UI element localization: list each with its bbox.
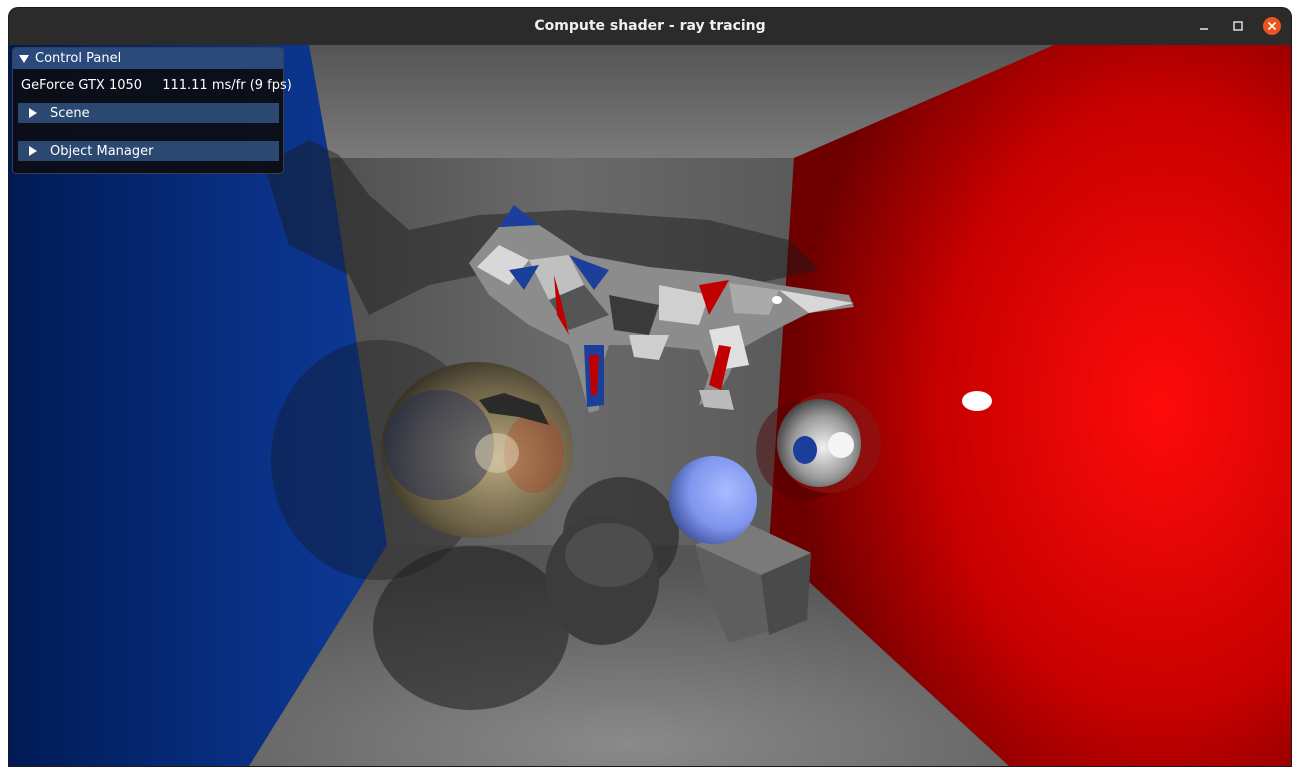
floor-shadow-large [373,546,569,710]
maximize-button[interactable] [1228,16,1248,36]
scene-section-label: Scene [50,105,90,121]
expand-arrow-icon [29,146,37,156]
control-panel-title: Control Panel [35,51,122,66]
gpu-name: GeForce GTX 1050 [21,78,143,93]
control-panel[interactable]: Control Panel GeForce GTX 1050 111.11 ms… [12,47,292,174]
control-panel-header[interactable]: Control Panel [13,48,283,69]
light-source [962,391,992,411]
close-button[interactable] [1262,16,1282,36]
object-manager-section-label: Object Manager [50,143,154,159]
frame-timing: 111.11 ms/fr (9 fps) [162,78,292,93]
minimize-button[interactable] [1194,16,1214,36]
minimize-icon [1200,28,1208,30]
maximize-icon [1233,21,1243,31]
close-icon [1263,17,1281,35]
collapse-arrow-icon [19,54,29,63]
dark-sphere-highlight [565,523,653,587]
performance-stats: GeForce GTX 1050 111.11 ms/fr (9 fps) [21,78,292,93]
app-window: Compute shader - ray tracing Control Pan… [9,8,1291,766]
blue-sphere [669,456,757,544]
expand-arrow-icon [29,108,37,118]
scene-section-header[interactable]: Scene [18,103,279,123]
object-manager-section-header[interactable]: Object Manager [18,141,279,161]
title-bar[interactable]: Compute shader - ray tracing [9,8,1291,45]
window-title: Compute shader - ray tracing [534,18,766,34]
